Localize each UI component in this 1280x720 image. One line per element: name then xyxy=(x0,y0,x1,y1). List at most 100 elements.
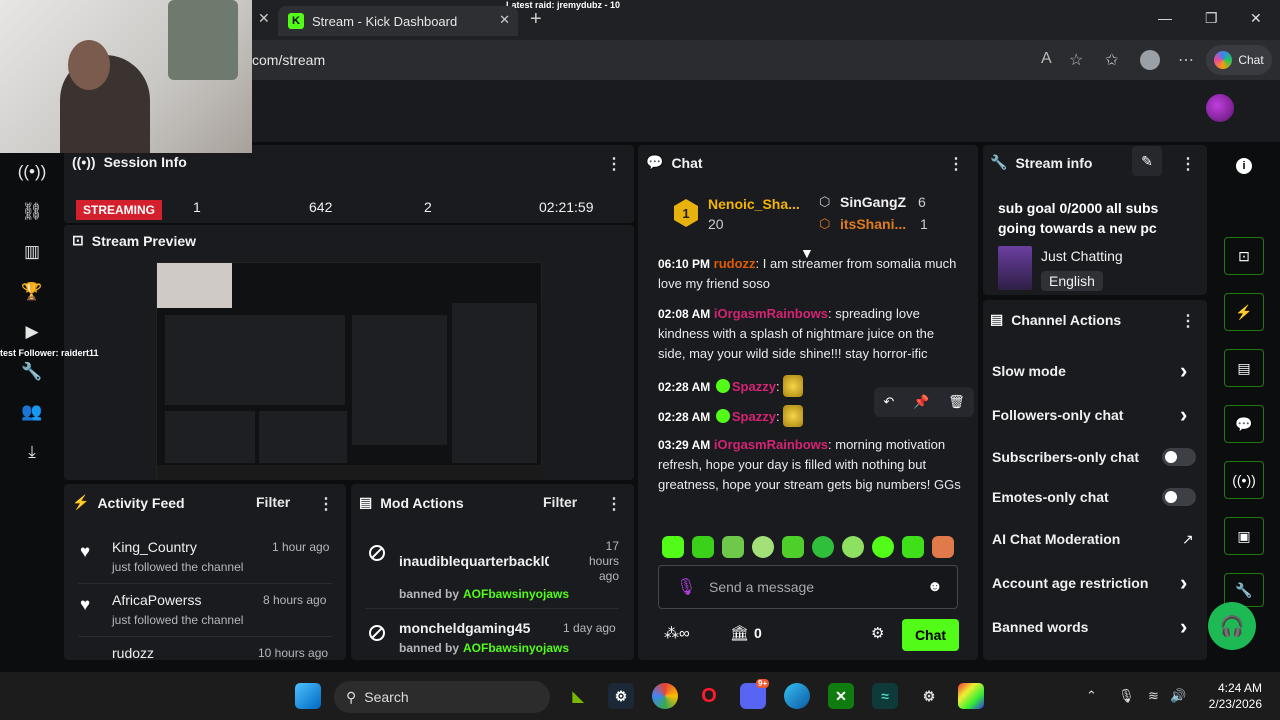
download-icon[interactable]: ⤓ xyxy=(20,440,44,464)
close-tab-icon[interactable]: ✕ xyxy=(258,10,270,27)
users-icon[interactable]: 👥 xyxy=(20,400,44,424)
favorites-icon[interactable]: ✩ xyxy=(1105,50,1118,70)
mod-menu-icon[interactable]: ⋮ xyxy=(606,494,622,514)
pin-icon[interactable]: 📌 xyxy=(913,394,929,410)
close-tab-icon[interactable]: ✕ xyxy=(499,12,510,28)
stream-broadcast-icon[interactable]: ((•)) xyxy=(18,160,47,184)
chat-settings-gear-icon[interactable]: ⚙ xyxy=(871,624,884,642)
volume-icon[interactable]: 🔊 xyxy=(1170,688,1186,704)
stream-info-menu-icon[interactable]: ⋮ xyxy=(1180,154,1196,174)
analytics-icon[interactable]: ▥ xyxy=(20,240,44,264)
audio-app-icon[interactable]: ≈ xyxy=(872,683,898,709)
activity-filter-button[interactable]: Filter xyxy=(256,494,290,510)
chevron-right-icon[interactable]: › xyxy=(1180,614,1187,640)
emote-icon[interactable] xyxy=(902,536,924,558)
slow-mode-row[interactable]: Slow mode xyxy=(992,363,1066,379)
quick-actions-button[interactable]: ⚡ xyxy=(1224,293,1264,331)
video-settings-button[interactable]: ▣ xyxy=(1224,517,1264,555)
taskbar-clock[interactable]: 4:24 AM 2/23/2026 xyxy=(1204,680,1262,712)
microphone-tray-icon[interactable]: 🎙 xyxy=(1118,688,1135,704)
emotes-only-toggle[interactable] xyxy=(1162,488,1196,506)
screenshot-button[interactable]: ⊡ xyxy=(1224,237,1264,275)
external-link-icon[interactable]: ↗ xyxy=(1182,531,1194,548)
category-thumbnail[interactable] xyxy=(998,246,1032,290)
link-icon[interactable]: ⛓ xyxy=(20,200,44,224)
session-info-menu-icon[interactable]: ⋮ xyxy=(606,154,622,174)
restore-icon[interactable]: ❐ xyxy=(1205,10,1218,27)
chevron-right-icon[interactable]: › xyxy=(1180,402,1187,428)
emote-icon[interactable] xyxy=(752,536,774,558)
chat-username[interactable]: Spazzy xyxy=(732,409,776,424)
read-aloud-icon[interactable]: A xyxy=(1041,50,1052,68)
chat-username[interactable]: rudozz xyxy=(714,256,756,271)
profile-icon[interactable] xyxy=(1140,50,1160,70)
category-name[interactable]: Just Chatting xyxy=(1041,248,1123,264)
emote-icon[interactable] xyxy=(872,536,894,558)
url-field[interactable]: com/stream xyxy=(252,52,325,68)
favorite-star-icon[interactable]: ☆ xyxy=(1069,50,1083,70)
steam-icon[interactable]: ⚙ xyxy=(608,683,634,709)
paint-app-icon[interactable] xyxy=(958,683,984,709)
emote-icon[interactable] xyxy=(932,536,954,558)
banned-words-row[interactable]: Banned words xyxy=(992,619,1088,635)
support-floating-button[interactable]: 🎧 xyxy=(1208,602,1256,650)
moderator-name[interactable]: AOFbawsinyojaws xyxy=(463,587,569,601)
copilot-button[interactable]: Chat xyxy=(1206,45,1272,75)
close-window-icon[interactable]: ✕ xyxy=(1250,10,1262,27)
chat-username[interactable]: iOrgasmRainbows xyxy=(714,306,828,321)
chat-menu-icon[interactable]: ⋮ xyxy=(948,154,964,174)
minimize-icon[interactable]: — xyxy=(1158,10,1172,26)
community-icon[interactable]: ⁂∞ xyxy=(664,624,690,642)
chevron-right-icon[interactable]: › xyxy=(1180,570,1187,596)
trophy-icon[interactable]: 🏆 xyxy=(20,280,44,304)
emoji-picker-icon[interactable]: ☻ xyxy=(927,578,943,595)
emote-icon[interactable] xyxy=(812,536,834,558)
windows-start-icon[interactable] xyxy=(295,683,321,709)
emote-icon[interactable] xyxy=(692,536,714,558)
wrench-icon[interactable]: 🔧 xyxy=(20,360,44,384)
taskbar-search[interactable]: ⚲ Search xyxy=(334,681,550,713)
account-age-row[interactable]: Account age restriction xyxy=(992,575,1148,591)
new-tab-icon[interactable]: + xyxy=(530,8,542,31)
emote-icon[interactable] xyxy=(662,536,684,558)
leader-name[interactable]: itsShani... xyxy=(840,216,906,232)
chat-username[interactable]: iOrgasmRainbows xyxy=(714,437,828,452)
edit-pencil-icon[interactable]: ✎ xyxy=(1132,146,1162,176)
send-chat-button[interactable]: Chat xyxy=(902,619,959,651)
opera-icon[interactable]: O xyxy=(696,683,722,709)
chevron-right-icon[interactable]: › xyxy=(1180,358,1187,384)
chrome-icon[interactable] xyxy=(652,683,678,709)
delete-icon[interactable]: 🗑 xyxy=(948,394,965,410)
ai-moderation-row[interactable]: AI Chat Moderation xyxy=(992,531,1120,547)
emote-icon[interactable] xyxy=(842,536,864,558)
moderator-name[interactable]: AOFbawsinyojaws xyxy=(463,641,569,655)
mod-filter-button[interactable]: Filter xyxy=(543,494,577,510)
stream-preview-video[interactable] xyxy=(156,262,543,479)
nvidia-icon[interactable]: ◣ xyxy=(565,683,591,709)
channel-points-icon[interactable]: 🏛 xyxy=(730,624,749,642)
channel-actions-menu-icon[interactable]: ⋮ xyxy=(1180,311,1196,331)
activity-menu-icon[interactable]: ⋮ xyxy=(318,494,334,514)
broadcast-button[interactable]: ((•)) xyxy=(1224,461,1264,499)
video-icon[interactable]: ▶ xyxy=(20,320,44,344)
emote-icon[interactable] xyxy=(782,536,804,558)
tray-chevron-icon[interactable]: ⌃ xyxy=(1086,688,1097,704)
subscribers-only-toggle[interactable] xyxy=(1162,448,1196,466)
xbox-icon[interactable]: ✕ xyxy=(828,683,854,709)
reply-icon[interactable]: ↶ xyxy=(883,394,894,410)
discord-icon[interactable]: 9+ xyxy=(740,679,770,709)
wifi-icon[interactable]: ≋ xyxy=(1148,688,1159,704)
microphone-icon[interactable]: 🎙 xyxy=(676,577,696,597)
edge-icon[interactable] xyxy=(784,683,810,709)
chat-username[interactable]: Spazzy xyxy=(732,379,776,394)
followers-only-row[interactable]: Followers-only chat xyxy=(992,407,1123,423)
emote-icon[interactable] xyxy=(722,536,744,558)
info-icon[interactable]: i xyxy=(1236,158,1252,174)
user-avatar[interactable] xyxy=(1206,94,1234,122)
chat-toggle-button[interactable]: 💬 xyxy=(1224,405,1264,443)
more-icon[interactable]: ⋯ xyxy=(1178,50,1194,70)
browser-tab[interactable]: K Stream - Kick Dashboard ✕ xyxy=(278,6,518,36)
leader-name[interactable]: SinGangZ xyxy=(840,194,906,210)
mod-log-button[interactable]: ▤ xyxy=(1224,349,1264,387)
settings-gear-icon[interactable]: ⚙ xyxy=(916,683,942,709)
